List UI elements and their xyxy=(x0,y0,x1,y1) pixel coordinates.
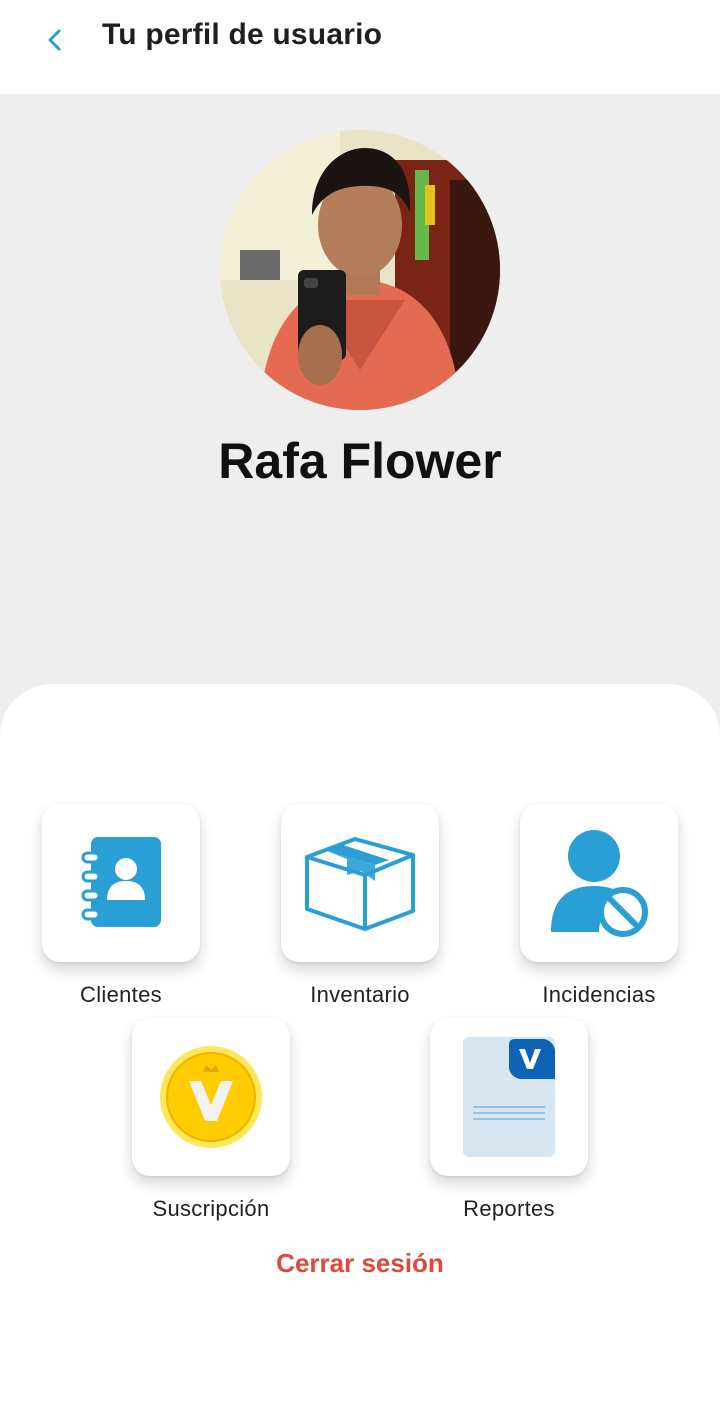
incidencias-label: Incidencias xyxy=(542,982,656,1007)
reportes-label: Reportes xyxy=(463,1196,555,1221)
contacts-book-icon xyxy=(81,837,161,927)
gold-coin-icon xyxy=(160,1046,262,1148)
suscripcion-label: Suscripción xyxy=(152,1196,270,1221)
inventario-button[interactable] xyxy=(281,804,439,962)
clientes-label: Clientes xyxy=(80,982,162,1007)
menu-panel xyxy=(0,684,720,1416)
user-name: Rafa Flower xyxy=(218,433,502,489)
chevron-left-icon xyxy=(48,29,61,51)
avatar xyxy=(220,130,500,410)
page-title: Tu perfil de usuario xyxy=(102,18,383,51)
user-blocked-icon xyxy=(551,830,648,937)
reportes-button[interactable] xyxy=(430,1018,588,1176)
app-header: Tu perfil de usuario xyxy=(0,0,720,94)
document-report-icon xyxy=(463,1037,555,1157)
incidencias-button[interactable] xyxy=(520,804,678,962)
clientes-button[interactable] xyxy=(42,804,200,962)
logout-button[interactable]: Cerrar sesión xyxy=(0,1248,720,1279)
inventario-label: Inventario xyxy=(310,982,410,1007)
back-button[interactable] xyxy=(34,20,74,60)
suscripcion-button[interactable] xyxy=(132,1018,290,1176)
box-icon xyxy=(305,837,415,931)
